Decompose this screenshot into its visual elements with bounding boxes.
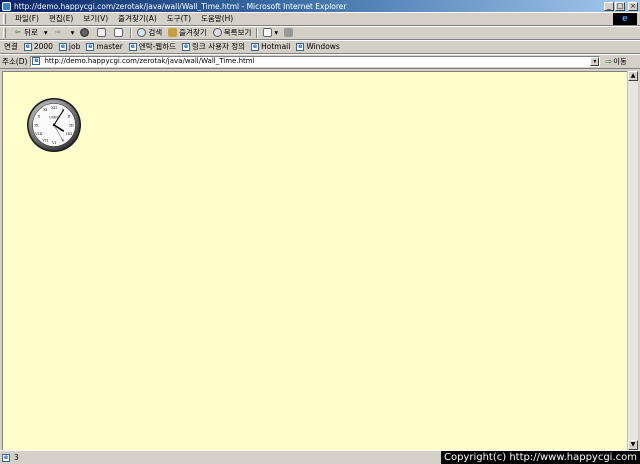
ie-window-icon[interactable] bbox=[2, 1, 11, 11]
status-text: 3 bbox=[14, 453, 19, 462]
maximize-button[interactable]: □ bbox=[615, 1, 625, 11]
forward-arrow-icon: ⇨ bbox=[55, 28, 62, 36]
clock-numeral: V bbox=[60, 138, 64, 143]
page-icon: e bbox=[86, 42, 95, 51]
ie-throbber-logo: e bbox=[613, 13, 637, 25]
menubar: 파일(F) 편집(E) 보기(V) 즐겨찾기(A) 도구(T) 도움말(H) e bbox=[0, 12, 640, 26]
menu-file[interactable]: 파일(F) bbox=[10, 13, 44, 24]
back-dropdown[interactable]: ▾ bbox=[41, 28, 51, 37]
wall-clock: XIIIIIIIIIIIIVVIVIIVIIIIXXXI CRNC bbox=[27, 98, 81, 152]
mail-button[interactable]: ▾ bbox=[260, 28, 281, 37]
link-customize[interactable]: e 링크 사용자 정의 bbox=[180, 41, 249, 52]
link-job[interactable]: e job bbox=[57, 42, 84, 51]
clock-numeral: III bbox=[69, 122, 74, 127]
mail-dropdown: ▾ bbox=[274, 28, 279, 37]
link-label: job bbox=[68, 42, 81, 51]
page-icon: e bbox=[58, 42, 67, 51]
clock-numeral: IX bbox=[34, 122, 38, 127]
toolbar-separator bbox=[130, 27, 133, 38]
status-page-icon: e bbox=[2, 453, 10, 462]
copyright-banner: Copyright(c) http://www.happycgi.com bbox=[440, 451, 640, 464]
search-icon bbox=[137, 28, 147, 37]
clock-numeral: VI bbox=[51, 140, 57, 145]
page-icon: e bbox=[296, 42, 305, 51]
link-label: 엔탁-웹하드 bbox=[138, 42, 177, 51]
go-label: 이동 bbox=[613, 56, 627, 66]
menu-help[interactable]: 도움말(H) bbox=[196, 13, 238, 24]
clock-numeral: XII bbox=[51, 105, 57, 110]
clock-numeral: X bbox=[37, 114, 40, 119]
stop-icon bbox=[80, 28, 90, 37]
forward-button[interactable]: ⇨ bbox=[51, 28, 68, 37]
link-label: Windows bbox=[306, 42, 340, 51]
favorites-button[interactable]: 즐겨찾기 bbox=[165, 27, 210, 38]
print-icon bbox=[284, 28, 294, 37]
search-label: 검색 bbox=[148, 28, 163, 37]
links-bar: 연결 e 2000 e job e master e 엔탁-웹하드 e 링크 사용자 정의… bbox=[0, 40, 640, 54]
forward-dropdown[interactable]: ▾ bbox=[68, 28, 78, 37]
link-label: 링크 사용자 정의 bbox=[192, 42, 246, 51]
address-url[interactable]: http://demo.happycgi.com/zerotak/java/wa… bbox=[42, 57, 590, 65]
home-icon bbox=[114, 28, 124, 37]
toolbar-separator bbox=[256, 27, 259, 38]
go-arrow-icon: ⇨ bbox=[605, 56, 613, 66]
link-2000[interactable]: e 2000 bbox=[22, 42, 57, 51]
vertical-scrollbar[interactable]: ▲ ▼ bbox=[627, 71, 638, 450]
address-input[interactable]: e http://demo.happycgi.com/zerotak/java/… bbox=[30, 55, 601, 67]
window-titlebar[interactable]: http://demo.happycgi.com/zerotak/java/wa… bbox=[0, 0, 640, 12]
scroll-down-button[interactable]: ▼ bbox=[628, 440, 638, 450]
link-master[interactable]: e master bbox=[84, 42, 126, 51]
link-label: 2000 bbox=[33, 42, 53, 51]
history-icon bbox=[212, 28, 222, 37]
page-icon: e bbox=[32, 57, 41, 65]
link-webhard[interactable]: e 엔탁-웹하드 bbox=[127, 41, 180, 52]
clock-numeral: II bbox=[68, 114, 71, 119]
page-icon: e bbox=[251, 42, 260, 51]
address-bar: 주소(D) e http://demo.happycgi.com/zerotak… bbox=[0, 54, 640, 69]
link-hotmail[interactable]: e Hotmail bbox=[249, 42, 294, 51]
status-bar: e 3 Copyright(c) http://www.happycgi.com bbox=[0, 450, 640, 464]
toolbar-grip[interactable] bbox=[3, 13, 6, 24]
clock-numeral: XI bbox=[43, 107, 48, 112]
page-content[interactable]: XIIIIIIIIIIIIVVIVIIVIIIIXXXI CRNC bbox=[2, 71, 627, 450]
go-button[interactable]: ⇨ 이동 bbox=[600, 56, 630, 67]
print-button[interactable] bbox=[281, 28, 298, 37]
scroll-up-button[interactable]: ▲ bbox=[628, 71, 638, 81]
back-button[interactable]: ⇦ 뒤로 bbox=[10, 27, 41, 38]
back-label: 뒤로 bbox=[24, 28, 38, 37]
menu-edit[interactable]: 편집(E) bbox=[44, 13, 78, 24]
address-dropdown-button[interactable]: ▾ bbox=[590, 56, 600, 66]
address-label: 주소(D) bbox=[2, 56, 28, 66]
favorites-icon bbox=[168, 28, 178, 37]
home-button[interactable] bbox=[111, 28, 128, 37]
menu-view[interactable]: 보기(V) bbox=[78, 13, 113, 24]
back-arrow-icon: ⇦ bbox=[14, 28, 21, 36]
link-label: master bbox=[96, 42, 123, 51]
menu-tools[interactable]: 도구(T) bbox=[162, 13, 196, 24]
window-title: http://demo.happycgi.com/zerotak/java/wa… bbox=[14, 1, 347, 11]
page-icon: e bbox=[128, 42, 137, 51]
mail-icon bbox=[263, 28, 273, 37]
clock-numeral: IIII bbox=[66, 131, 72, 136]
stop-button[interactable] bbox=[77, 28, 94, 37]
links-label: 연결 bbox=[4, 42, 18, 51]
clock-numeral: VII bbox=[41, 138, 48, 143]
search-button[interactable]: 검색 bbox=[134, 27, 165, 38]
link-label: Hotmail bbox=[261, 42, 291, 51]
menu-favorites[interactable]: 즐겨찾기(A) bbox=[113, 13, 162, 24]
history-label: 목록보기 bbox=[223, 28, 252, 37]
minimize-button[interactable]: _ bbox=[604, 1, 614, 11]
favorites-label: 즐겨찾기 bbox=[179, 28, 207, 37]
toolbar-grip[interactable] bbox=[3, 27, 6, 38]
page-icon: e bbox=[182, 42, 191, 51]
clock-center-pin bbox=[52, 123, 56, 127]
close-button[interactable]: × bbox=[628, 1, 638, 11]
refresh-button[interactable] bbox=[94, 28, 111, 37]
clock-numeral: VIII bbox=[34, 131, 43, 136]
standard-toolbar: ⇦ 뒤로 ▾ ⇨ ▾ 검색 즐겨찾기 목록보기 ▾ bbox=[0, 26, 640, 40]
link-windows[interactable]: e Windows bbox=[294, 42, 343, 51]
history-button[interactable]: 목록보기 bbox=[210, 27, 255, 38]
page-icon: e bbox=[23, 42, 32, 51]
refresh-icon bbox=[97, 28, 107, 37]
